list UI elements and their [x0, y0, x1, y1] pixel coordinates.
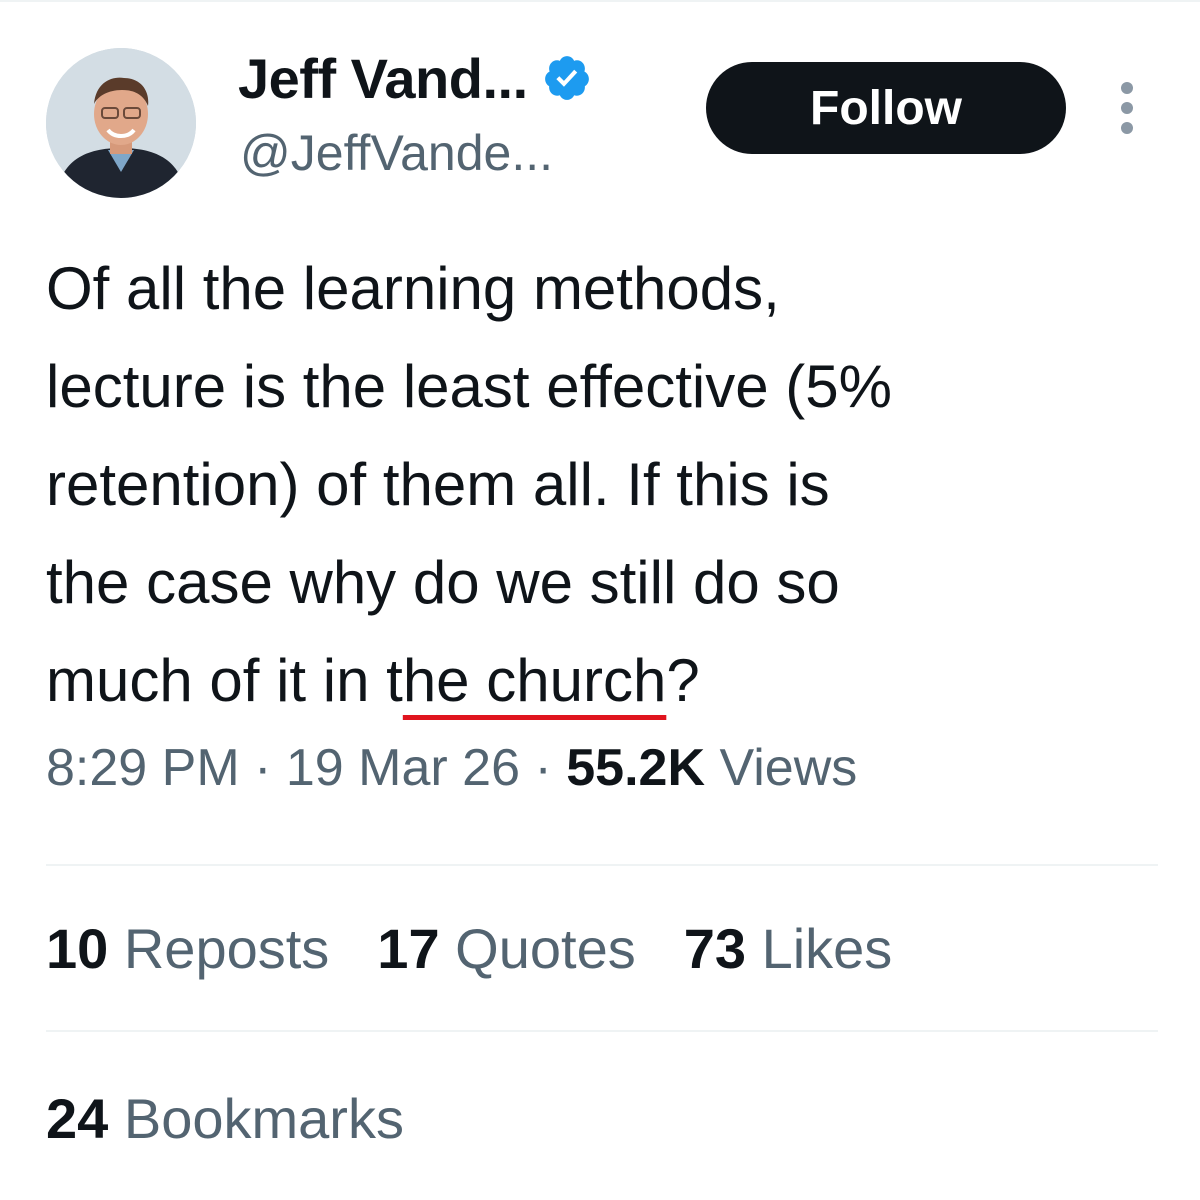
tweet-text-line: Of all the learning methods,: [46, 255, 780, 322]
engagement-stats: 10 Reposts 17 Quotes 73 Likes: [46, 916, 892, 981]
divider: [46, 1030, 1158, 1032]
tweet-text: Of all the learning methods, lecture is …: [46, 240, 1166, 730]
reposts-count: 10: [46, 917, 109, 980]
tweet-meta: 8:29 PM · 19 Mar 26 · 55.2K Views: [46, 738, 857, 798]
avatar[interactable]: [46, 48, 196, 198]
avatar-image: [46, 48, 196, 198]
more-dot: [1121, 102, 1133, 114]
tweet-text-segment: ?: [666, 647, 700, 714]
author-display-name[interactable]: Jeff Vand...: [238, 46, 528, 111]
quotes-count: 17: [377, 917, 440, 980]
bookmarks-count: 24: [46, 1087, 109, 1150]
reposts-stat[interactable]: 10 Reposts: [46, 916, 329, 981]
quotes-label: Quotes: [455, 917, 636, 980]
bookmarks-stat[interactable]: 24 Bookmarks: [46, 1086, 404, 1151]
author-name-row: Jeff Vand...: [238, 46, 592, 110]
likes-label: Likes: [761, 917, 893, 980]
tweet-date[interactable]: 19 Mar 26: [286, 739, 520, 797]
tweet-text-line-last: much of it in the church?: [46, 632, 1166, 730]
tweet-time[interactable]: 8:29 PM: [46, 739, 240, 797]
tweet-text-segment: much of it in t: [46, 647, 403, 714]
divider: [46, 864, 1158, 866]
views-count: 55.2K: [566, 739, 706, 797]
spellcheck-underlined-text: he church: [402, 647, 667, 714]
views-label: Views: [719, 739, 858, 797]
likes-stat[interactable]: 73 Likes: [684, 916, 893, 981]
meta-separator: ·: [534, 739, 552, 797]
meta-separator: ·: [254, 739, 272, 797]
bookmarks-label: Bookmarks: [123, 1087, 404, 1150]
top-divider: [0, 0, 1200, 2]
reposts-label: Reposts: [123, 917, 330, 980]
more-dot: [1121, 82, 1133, 94]
more-vertical-icon[interactable]: [1110, 82, 1144, 134]
more-dot: [1121, 122, 1133, 134]
quotes-stat[interactable]: 17 Quotes: [377, 916, 635, 981]
verified-badge-icon: [544, 56, 589, 100]
tweet-text-line: retention) of them all. If this is: [46, 451, 830, 518]
likes-count: 73: [683, 917, 747, 980]
tweet-text-line: the case why do we still do so: [46, 549, 840, 616]
follow-button[interactable]: Follow: [706, 62, 1066, 154]
tweet-text-line: lecture is the least effective (5%: [46, 353, 892, 420]
author-handle[interactable]: @JeffVande...: [240, 124, 553, 182]
